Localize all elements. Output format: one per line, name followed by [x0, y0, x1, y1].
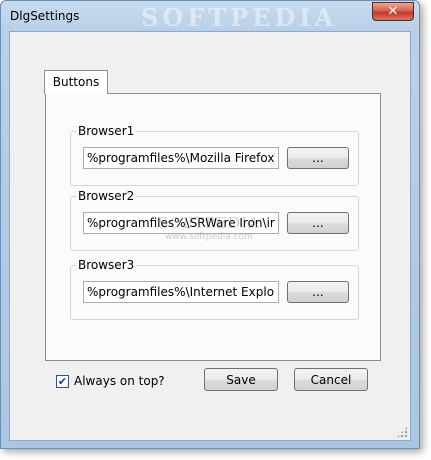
browser2-browse-button[interactable]: ... [287, 212, 349, 234]
checkmark-icon: ✔ [57, 374, 68, 388]
watermark-title: SOFTPEDIA [141, 3, 338, 32]
group-browser3: Browser3 ... [70, 257, 359, 320]
always-on-top-option[interactable]: ✔ Always on top? [56, 374, 165, 388]
always-on-top-checkbox[interactable]: ✔ [56, 374, 69, 388]
title-bar[interactable]: DlgSettings SOFTPEDIA ✕ [1, 1, 419, 32]
browser1-browse-button[interactable]: ... [287, 147, 349, 169]
cancel-button[interactable]: Cancel [294, 368, 368, 391]
browser2-label: Browser2 [76, 188, 137, 204]
window-title: DlgSettings [10, 9, 80, 23]
dialog-window: DlgSettings SOFTPEDIA ✕ Buttons Browser1… [0, 0, 420, 449]
group-browser2: Browser2 ... [70, 188, 359, 251]
browser3-label: Browser3 [76, 257, 137, 273]
browser1-label: Browser1 [76, 123, 137, 139]
close-icon: ✕ [387, 4, 399, 19]
tab-buttons[interactable]: Buttons [44, 70, 108, 94]
dialog-client-area: Buttons Browser1 ... Browser2 ... Browse… [9, 31, 411, 441]
always-on-top-label[interactable]: Always on top? [74, 374, 165, 388]
browser2-path-input[interactable] [83, 212, 279, 234]
browser3-browse-button[interactable]: ... [287, 281, 349, 303]
close-button[interactable]: ✕ [372, 2, 414, 21]
group-browser1: Browser1 ... [70, 123, 359, 186]
resize-grip[interactable] [396, 426, 408, 438]
browser3-path-input[interactable] [83, 281, 279, 303]
save-button[interactable]: Save [204, 368, 278, 391]
browser1-path-input[interactable] [83, 147, 279, 169]
